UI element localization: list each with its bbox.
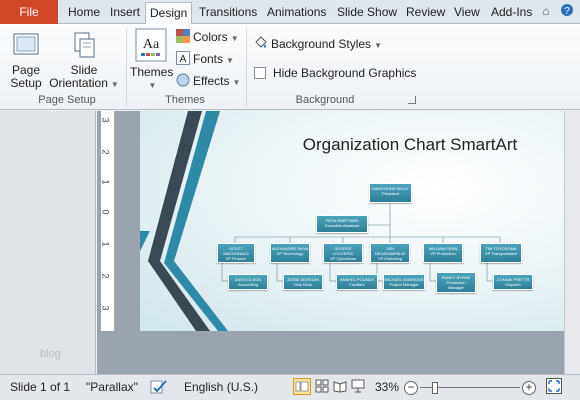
tab-review[interactable]: Review	[402, 2, 449, 24]
chevron-down-icon: ▼	[230, 34, 239, 43]
tab-transitions[interactable]: Transitions	[195, 2, 261, 24]
org-node-vp-finance[interactable]: SCOTT MACDONALD VP Finance	[217, 243, 255, 263]
chevron-down-icon: ▼	[374, 41, 382, 50]
slide-orientation-label-line2: Orientation	[49, 76, 108, 90]
slide-orientation-icon	[69, 30, 99, 60]
zoom-in-icon[interactable]: +	[522, 381, 536, 395]
tab-slide-show[interactable]: Slide Show	[333, 2, 401, 24]
ruler-mark: 1	[100, 241, 111, 247]
themes-button[interactable]: Aa Themes ▼	[130, 28, 174, 92]
effects-icon	[176, 73, 190, 87]
chevron-down-icon: ▼	[226, 56, 234, 65]
page-setup-label-line2: Setup	[10, 76, 42, 90]
ruler-mark: 2	[100, 273, 111, 279]
chevron-down-icon: ▼	[232, 78, 241, 87]
group-divider	[126, 28, 127, 106]
slide-canvas[interactable]: Organization Chart SmartArt MADELEINE KE…	[140, 111, 564, 331]
ruler-mark: 2	[100, 149, 111, 155]
org-node-accounting[interactable]: ANITA OLSON Accounting	[228, 274, 268, 290]
paint-bucket-icon	[254, 36, 268, 50]
page-setup-icon	[11, 30, 41, 60]
watermark-text: blog	[40, 348, 61, 360]
fonts-icon: A	[176, 51, 190, 65]
slide-orientation-button[interactable]: Slide Orientation ▼	[48, 30, 120, 91]
zoom-level[interactable]: 33%	[375, 380, 399, 394]
language-indicator[interactable]: English (U.S.)	[184, 380, 258, 394]
org-node-vp-production[interactable]: WILLIAM PENN VP Production	[423, 243, 463, 263]
vertical-scrollbar[interactable]	[564, 111, 580, 374]
org-node-vp-operations[interactable]: GEORGE LOUVERIS VP Operations	[323, 243, 363, 263]
themes-label: Themes	[130, 65, 174, 79]
ruler-mark: 3	[100, 305, 111, 311]
colors-label: Colors	[193, 30, 228, 44]
help-icon[interactable]: ?	[560, 3, 574, 19]
chevron-down-icon: ▼	[148, 81, 157, 90]
themes-gallery-icon: Aa	[135, 28, 167, 62]
tab-insert[interactable]: Insert	[106, 2, 144, 24]
group-divider	[246, 28, 247, 106]
status-bar: Slide 1 of 1 "Parallax" English (U.S.) 3…	[0, 374, 580, 400]
checkbox-icon[interactable]	[254, 67, 266, 79]
fonts-button[interactable]: A Fonts ▼	[176, 49, 234, 69]
tab-view[interactable]: View	[450, 2, 484, 24]
slide-sorter-icon[interactable]	[315, 379, 329, 396]
tab-add-ins[interactable]: Add-Ins	[487, 2, 536, 24]
effects-button[interactable]: Effects ▼	[176, 71, 240, 91]
tab-home[interactable]: Home	[64, 2, 104, 24]
hide-background-graphics-checkbox[interactable]: Hide Background Graphics	[254, 63, 416, 83]
org-node-vp-marketing[interactable]: SIRI DELARAMPALM VP Marketing	[370, 243, 410, 263]
vertical-ruler: 3 2 1 0 1 2 3	[101, 111, 115, 331]
effects-label: Effects	[193, 74, 230, 88]
fit-to-window-icon[interactable]	[546, 378, 562, 397]
theme-name: "Parallax"	[86, 380, 138, 394]
zoom-slider-handle[interactable]	[432, 382, 438, 394]
dialog-launcher-icon[interactable]	[408, 96, 416, 104]
ribbon-design-panel: Page Setup Slide Orientation ▼ Page Setup…	[0, 24, 580, 110]
background-group-label: Background	[295, 94, 355, 106]
page-setup-button[interactable]: Page Setup	[6, 30, 46, 90]
normal-view-icon[interactable]	[293, 378, 311, 398]
svg-text:?: ?	[564, 6, 570, 17]
themes-group-label: Themes	[165, 94, 205, 106]
org-node-vp-transportation[interactable]: TIM TOYODOMA VP Transportation	[480, 243, 522, 263]
ruler-mark: 1	[100, 179, 111, 185]
background-styles-button[interactable]: Background Styles ▼	[254, 34, 382, 54]
org-node-vp-technology[interactable]: ALEXANDRE SILVA VP Technology	[270, 243, 310, 263]
org-node-president[interactable]: MADELEINE KELLY President	[369, 183, 412, 203]
org-node-assistant[interactable]: PETA SHEFTAHN Executive Assistant	[316, 215, 368, 233]
reading-view-icon[interactable]	[333, 379, 347, 396]
colors-icon	[176, 29, 190, 43]
tab-file[interactable]: File	[0, 0, 58, 24]
tab-animations[interactable]: Animations	[263, 2, 330, 24]
org-node-production-manager[interactable]: RANDY BYRNE Production Manager	[436, 272, 476, 293]
slide-thumbnail-pane[interactable]: blog	[0, 111, 96, 374]
pin-icon[interactable]: ⌂	[539, 3, 553, 19]
slide-show-icon[interactable]	[351, 379, 365, 396]
ribbon-tab-bar: File Home Insert Design Transitions Anim…	[0, 0, 580, 25]
spell-check-icon[interactable]	[150, 379, 168, 398]
svg-text:A: A	[180, 54, 187, 65]
colors-button[interactable]: Colors ▼	[176, 27, 239, 47]
slide-count: Slide 1 of 1	[10, 380, 71, 394]
org-node-facilities[interactable]: ANSHEL POUNDS Facilities	[336, 274, 378, 290]
org-node-project-manager[interactable]: MICHAEL ANDREWS Project Manager	[383, 274, 425, 290]
tab-design[interactable]: Design	[145, 2, 193, 25]
org-node-help-desk[interactable]: JESSE MORGAN Help Desk	[283, 274, 323, 290]
theme-icon-text: Aa	[143, 37, 160, 52]
page-setup-group-label: Page Setup	[38, 94, 96, 106]
fonts-label: Fonts	[193, 52, 224, 66]
chevron-down-icon: ▼	[110, 80, 119, 89]
org-node-dispatch[interactable]: CONNIE PRETTS Dispatch	[493, 274, 533, 290]
background-styles-label: Background Styles	[271, 37, 372, 51]
hide-background-graphics-label: Hide Background Graphics	[273, 66, 417, 80]
zoom-out-icon[interactable]: −	[404, 381, 418, 395]
ruler-mark: 0	[100, 209, 111, 215]
ruler-mark: 3	[100, 117, 111, 123]
